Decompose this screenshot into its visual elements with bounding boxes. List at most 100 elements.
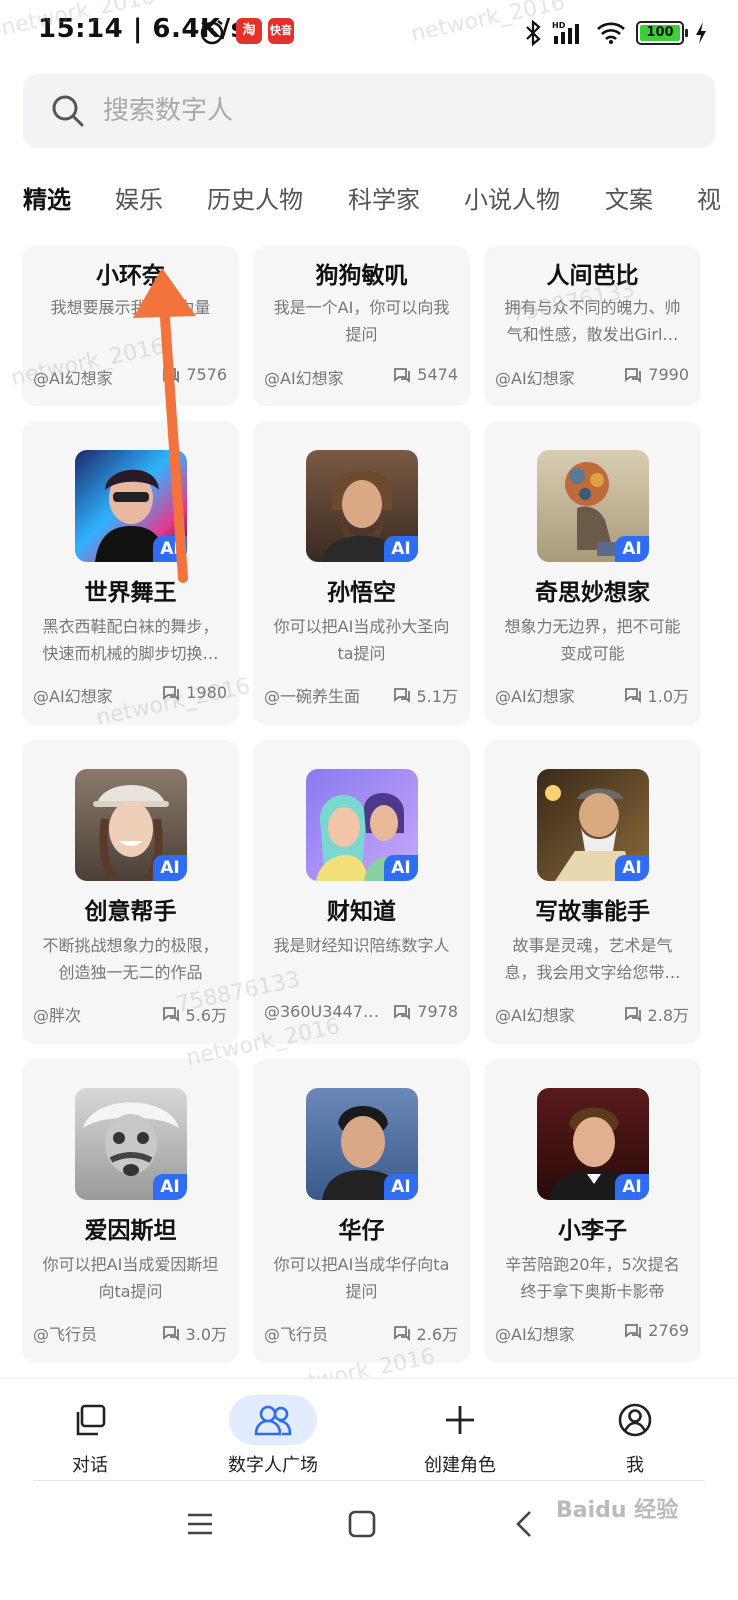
tab-entertainment[interactable]: 娱乐 xyxy=(115,180,163,215)
card-chat-count: 7990 xyxy=(624,365,689,384)
nav-me-label: 我 xyxy=(626,1455,644,1476)
status-indicators: HD 100 xyxy=(524,18,708,48)
battery-icon: 100 xyxy=(636,21,688,45)
avatar: AI xyxy=(75,769,187,881)
bottom-navigation: 对话 数字人广场 创建角色 我 xyxy=(0,1378,738,1482)
tab-novel-characters[interactable]: 小说人物 xyxy=(464,180,560,215)
nav-divider xyxy=(33,1480,705,1481)
character-card[interactable]: AI 孙悟空 你可以把AI当成孙大圣向ta提问 @一碗养生面 5.1万 xyxy=(253,421,470,725)
card-name: 小环奈 xyxy=(96,263,165,289)
wifi-icon xyxy=(597,22,625,44)
nav-chat[interactable]: 对话 xyxy=(30,1379,150,1483)
chat-count-icon xyxy=(163,367,180,383)
card-chat-count: 2.8万 xyxy=(624,1002,689,1026)
ai-badge: AI xyxy=(153,855,187,881)
character-card[interactable]: AI 财知道 我是财经知识陪练数字人 @360U3447… 7978 xyxy=(253,740,470,1044)
nav-create-label: 创建角色 xyxy=(424,1455,496,1476)
chat-count-icon xyxy=(394,1004,411,1020)
card-chat-count: 7576 xyxy=(162,365,227,384)
tab-copywriting[interactable]: 文案 xyxy=(605,180,653,215)
card-description: 你可以把AI当成孙大圣向ta提问 xyxy=(273,617,450,663)
card-chat-count: 7978 xyxy=(393,1002,458,1021)
nav-create-character[interactable]: 创建角色 xyxy=(392,1379,528,1483)
card-name: 世界舞王 xyxy=(84,580,177,606)
card-author: @AI幻想家 xyxy=(495,369,575,388)
card-description: 故事是灵魂，艺术是气息，我会用文字给您带… xyxy=(504,936,681,982)
avatar: AI xyxy=(537,1088,649,1200)
people-icon xyxy=(254,1405,292,1436)
character-card[interactable]: 狗狗敏叽 我是一个AI，你可以向我提问 @AI幻想家 5474 xyxy=(253,246,470,406)
baidu-watermark: Baidu 经验 xyxy=(556,1498,679,1523)
card-author: @胖次 xyxy=(33,1006,82,1025)
card-chat-count: 1.0万 xyxy=(624,683,689,707)
home-icon[interactable] xyxy=(348,1510,376,1538)
search-icon xyxy=(52,95,84,127)
category-tabs: 精选 娱乐 历史人物 科学家 小说人物 文案 视 xyxy=(0,170,738,230)
character-card[interactable]: AI 爱因斯坦 你可以把AI当成爱因斯坦向ta提问 @飞行员 3.0万 xyxy=(22,1059,239,1363)
back-icon[interactable] xyxy=(514,1510,534,1538)
card-description: 我想要展示我的魅力量 xyxy=(50,298,211,317)
avatar: AI xyxy=(306,1088,418,1200)
character-card[interactable]: AI 世界舞王 黑衣西鞋配白袜的舞步，快速而机械的脚步切换… @AI幻想家 19… xyxy=(22,421,239,725)
card-name: 孙悟空 xyxy=(327,580,396,606)
card-name: 写故事能手 xyxy=(535,899,650,925)
card-name: 小李子 xyxy=(558,1218,627,1244)
bluetooth-icon xyxy=(526,19,541,47)
character-card[interactable]: AI 奇思妙想家 想象力无边界，把不可能变成可能 @AI幻想家 1.0万 xyxy=(484,421,701,725)
chat-count-icon xyxy=(625,367,642,383)
card-author: @AI幻想家 xyxy=(495,1006,575,1025)
chat-count-icon xyxy=(162,1326,179,1341)
avatar: AI xyxy=(306,769,418,881)
tab-historical-figures[interactable]: 历史人物 xyxy=(207,180,303,215)
card-description: 黑衣西鞋配白袜的舞步，快速而机械的脚步切换… xyxy=(42,617,219,663)
svg-text:HD: HD xyxy=(552,21,566,30)
alarm-icon xyxy=(200,20,224,45)
menu-icon[interactable] xyxy=(186,1510,214,1538)
avatar: AI xyxy=(306,450,418,562)
chat-icon xyxy=(76,1404,106,1436)
card-chat-count: 2.6万 xyxy=(393,1321,458,1345)
chat-count-icon xyxy=(625,1323,642,1339)
chat-count-icon xyxy=(624,688,641,703)
ai-badge: AI xyxy=(384,1174,418,1200)
card-description: 想象力无边界，把不可能变成可能 xyxy=(504,617,681,663)
tab-featured[interactable]: 精选 xyxy=(23,180,71,215)
card-chat-count: 2769 xyxy=(624,1321,689,1340)
avatar: AI xyxy=(537,769,649,881)
ai-badge: AI xyxy=(153,536,187,562)
avatar: AI xyxy=(75,1088,187,1200)
search-bar[interactable] xyxy=(23,74,715,148)
nav-me[interactable]: 我 xyxy=(575,1379,695,1483)
search-input[interactable] xyxy=(103,74,683,148)
signal-icon: HD xyxy=(552,21,579,44)
card-description: 你可以把AI当成爱因斯坦向ta提问 xyxy=(42,1255,219,1301)
card-name: 财知道 xyxy=(327,899,396,925)
ai-badge: AI xyxy=(384,855,418,881)
chat-count-icon xyxy=(393,1326,410,1341)
card-name: 爱因斯坦 xyxy=(84,1218,177,1244)
tab-video[interactable]: 视 xyxy=(697,180,721,215)
nav-digital-human-plaza[interactable]: 数字人广场 xyxy=(208,1379,338,1483)
card-author: @飞行员 xyxy=(264,1325,329,1344)
charging-icon xyxy=(696,22,706,44)
card-chat-count: 5474 xyxy=(393,365,458,384)
chat-count-icon xyxy=(393,688,410,703)
ai-badge: AI xyxy=(384,536,418,562)
tab-scientists[interactable]: 科学家 xyxy=(348,180,420,215)
avatar: AI xyxy=(537,450,649,562)
card-author: @AI幻想家 xyxy=(495,687,575,706)
ai-badge: AI xyxy=(153,1174,187,1200)
character-card[interactable]: AI 小李子 辛苦陪跑20年，5次提名终于拿下奥斯卡影帝 @AI幻想家 2769 xyxy=(484,1059,701,1363)
card-author: @一碗养生面 xyxy=(264,687,361,706)
character-card[interactable]: AI 华仔 你可以把AI当成华仔向ta提问 @飞行员 2.6万 xyxy=(253,1059,470,1363)
character-card[interactable]: AI 写故事能手 故事是灵魂，艺术是气息，我会用文字给您带… @AI幻想家 2.… xyxy=(484,740,701,1044)
chat-count-icon xyxy=(624,1007,641,1022)
taobao-app-icon: 淘 xyxy=(236,18,262,44)
card-chat-count: 5.1万 xyxy=(393,683,458,707)
card-name: 狗狗敏叽 xyxy=(315,263,408,289)
card-author: @飞行员 xyxy=(33,1325,98,1344)
nav-plaza-label: 数字人广场 xyxy=(228,1455,318,1476)
card-description: 我是一个AI，你可以向我提问 xyxy=(273,298,450,344)
chat-count-icon xyxy=(394,367,411,383)
ai-badge: AI xyxy=(615,536,649,562)
